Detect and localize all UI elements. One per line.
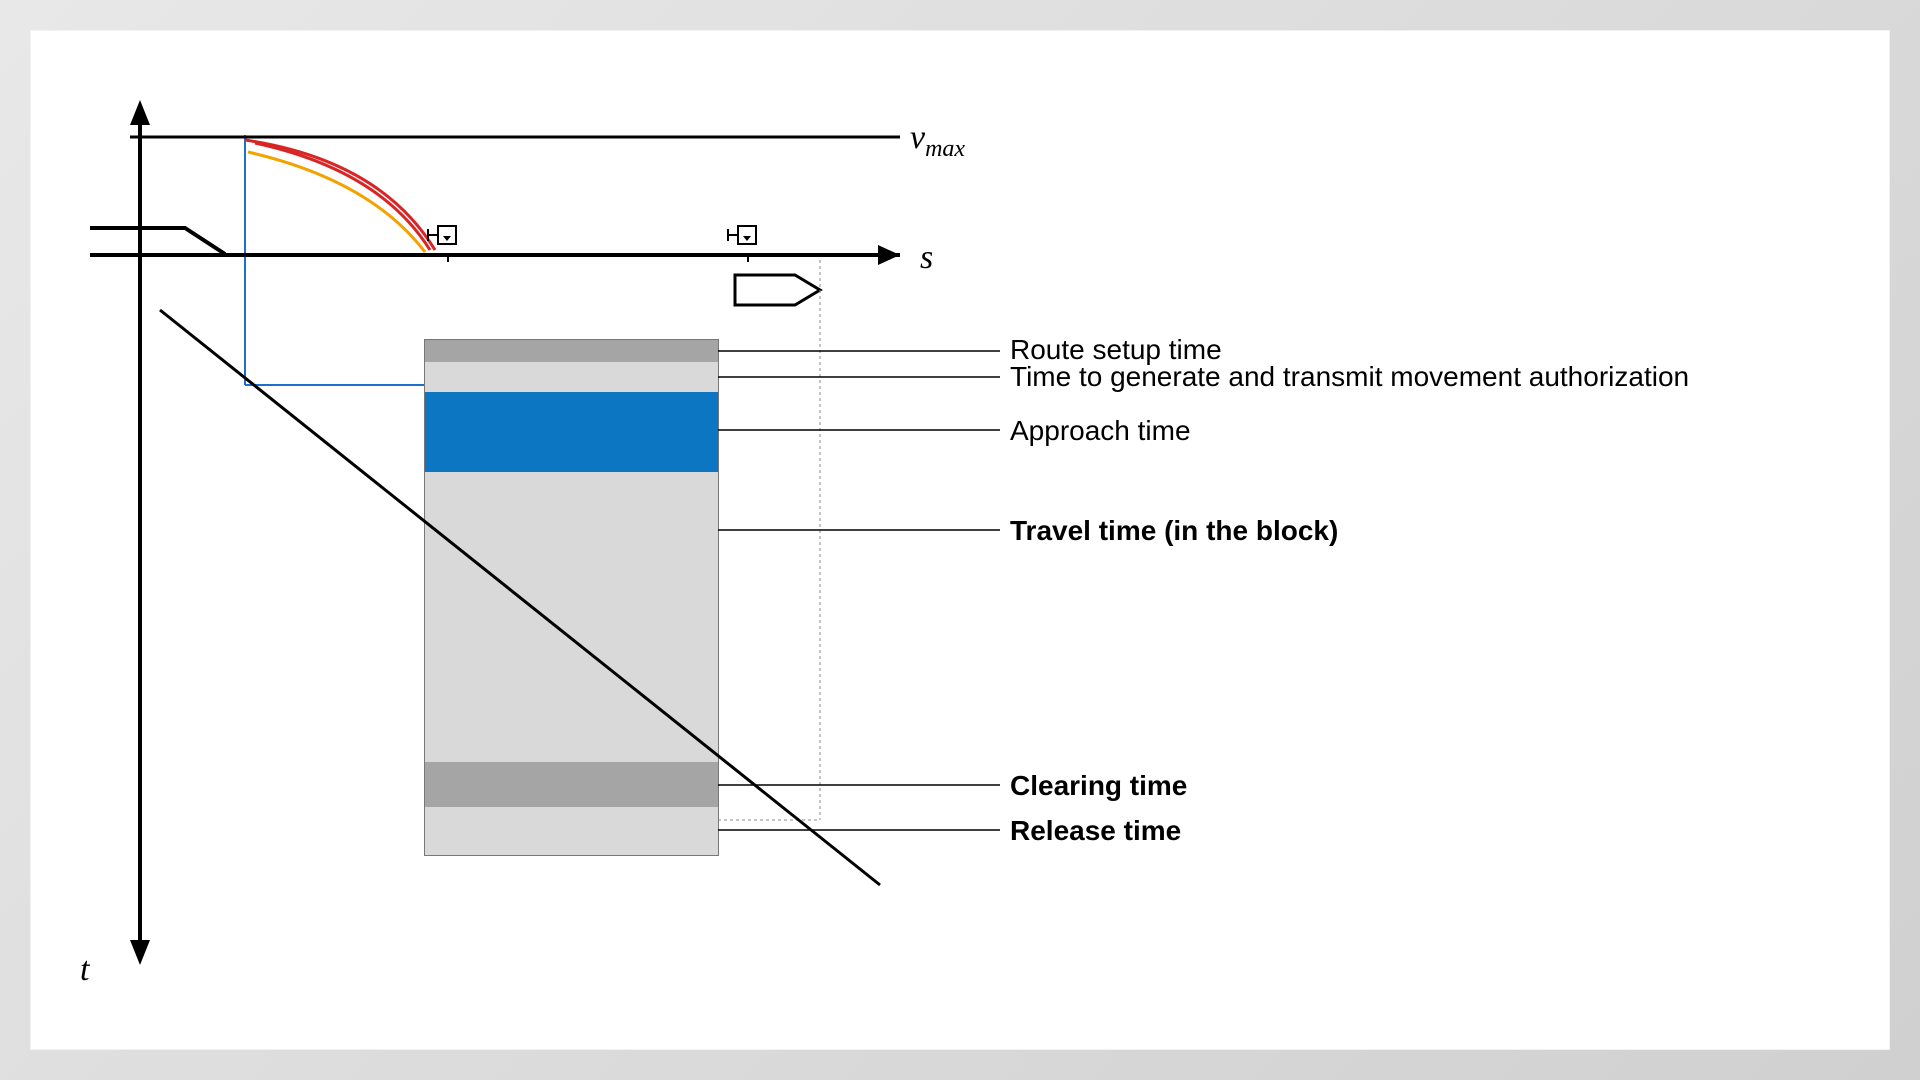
band-travel bbox=[425, 472, 718, 762]
t-axis-label: t bbox=[80, 951, 91, 988]
s-axis-arrowhead bbox=[878, 245, 900, 265]
band-clearing bbox=[425, 762, 718, 807]
diagram-canvas: vmax s t Route setup time Time to genera… bbox=[30, 30, 1890, 1050]
band-release bbox=[425, 807, 718, 855]
band-movement-auth bbox=[425, 362, 718, 392]
vmax-label: vmax bbox=[910, 119, 965, 162]
band-stack bbox=[425, 340, 718, 855]
braking-curve-red-outer bbox=[245, 140, 435, 250]
stop-marker bbox=[735, 275, 820, 305]
label-travel: Travel time (in the block) bbox=[1010, 515, 1338, 546]
label-release: Release time bbox=[1010, 815, 1181, 846]
vmax-v: v bbox=[910, 119, 926, 156]
band-route-setup bbox=[425, 340, 718, 362]
label-movement-auth: Time to generate and transmit movement a… bbox=[1010, 361, 1689, 392]
vmax-sub: max bbox=[925, 136, 965, 162]
t-axis-arrowhead-up bbox=[130, 100, 150, 125]
band-approach bbox=[425, 392, 718, 472]
step-shelf bbox=[90, 228, 225, 254]
diagram-svg: vmax s t Route setup time Time to genera… bbox=[30, 30, 1890, 1050]
braking-curve-red-inner bbox=[255, 143, 430, 250]
label-approach: Approach time bbox=[1010, 415, 1191, 446]
s-axis-label: s bbox=[920, 239, 933, 276]
t-axis-arrowhead-down bbox=[130, 940, 150, 965]
label-clearing: Clearing time bbox=[1010, 770, 1187, 801]
